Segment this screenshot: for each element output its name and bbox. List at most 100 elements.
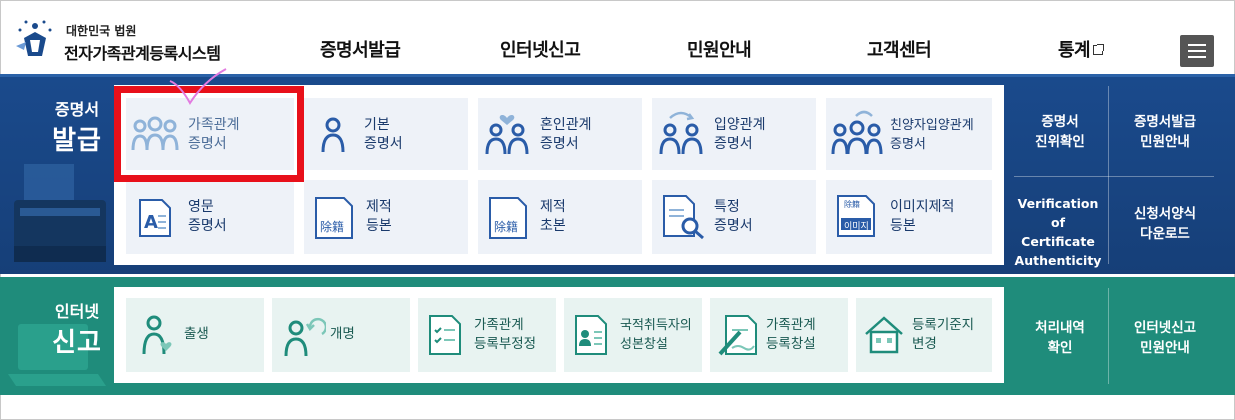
processing-history-link[interactable]: 처리내역 확인 [1016,318,1104,358]
report-label-small: 인터넷 [54,302,100,321]
tile-line1: 기본 [364,117,390,133]
link-line3: Authenticity [1014,253,1102,268]
printer-illustration-icon [14,164,106,262]
link-line1: 처리내역 [1035,320,1085,336]
tile-line1: 친양자입양관계 [890,118,974,133]
tile-line2: 증명서 [540,136,579,152]
tile-line2: 초본 [540,218,566,234]
tile-image-removed-register[interactable]: 除籍 이미지 이미지제적 등본 [826,180,992,254]
adoption-icon [659,111,703,155]
certificate-issue-guide-link[interactable]: 증명서발급 민원안내 [1112,112,1218,152]
tile-specific-certificate[interactable]: 특정 증명서 [652,180,816,254]
report-section-label: 인터넷 신고 [42,298,112,359]
badge-text: 除籍 [494,220,519,234]
link-line2: 확인 [1047,340,1073,356]
tile-line1: 국적취득자의 [620,318,692,333]
link-line2: 다운로드 [1140,226,1190,242]
link-line1: 증명서발급 [1133,114,1197,130]
tile-line2: 등본 [366,218,392,234]
hamburger-menu-button[interactable] [1180,35,1214,67]
person-icon [321,117,345,153]
tile-removed-register-extract[interactable]: 除籍 제적 초본 [478,180,642,254]
id-card-icon [575,315,607,355]
tile-domicile-change[interactable]: 등록기준지 변경 [856,298,992,372]
couple-heart-icon [485,114,529,155]
tile-birth-report[interactable]: 출생 [126,298,264,372]
tile-line1: 제적 [540,199,566,215]
link-line1: 인터넷신고 [1133,320,1197,336]
link-line1: 증명서 [1041,114,1079,130]
issue-label-small: 증명서 [54,100,100,119]
nav-customer-center[interactable]: 고객센터 [867,36,932,62]
tile-line1: 등록기준지 [912,317,975,333]
nav-statistics[interactable]: 통계 [1058,36,1105,62]
tile-line1: 가족관계 [474,317,524,333]
tile-removed-register-copy[interactable]: 除籍 제적 등본 [304,180,468,254]
nav-statistics-label: 통계 [1058,40,1091,61]
tile-line2: 성본창설 [620,337,668,352]
tile-naturalized-surname[interactable]: 국적취득자의 성본창설 [564,298,702,372]
internet-report-guide-link[interactable]: 인터넷신고 민원안내 [1112,318,1218,358]
issue-label-big: 발급 [52,126,102,156]
divider [1108,288,1109,384]
baby-heart-icon [142,315,172,355]
badge-text: 이미지 [844,222,869,232]
tile-full-adoption-certificate[interactable]: 친양자입양관계 증명서 [826,98,992,170]
org-name: 대한민국 법원 [66,24,137,38]
issue-section-label: 증명서 발급 [42,96,112,157]
tile-line2: 증명서 [714,136,753,152]
external-link-icon [1093,44,1105,55]
link-line2: Certificate [1021,234,1095,249]
menu-bar [1188,50,1206,52]
rename-person-icon [284,317,326,357]
system-name[interactable]: 전자가족관계등록시스템 [64,40,221,64]
link-line1: Verification of [1017,196,1099,230]
tile-marriage-certificate[interactable]: 혼인관계 증명서 [478,98,642,170]
link-line2: 민원안내 [1140,340,1190,356]
divider [1108,86,1109,264]
tile-line2: 증명서 [364,136,403,152]
certificate-verify-link[interactable]: 증명서 진위확인 [1016,112,1104,152]
house-icon [865,316,903,354]
court-logo-icon[interactable] [14,16,56,62]
tile-name-change-report[interactable]: 개명 [272,298,410,372]
tile-basic-certificate[interactable]: 기본 증명서 [304,98,468,170]
badge-text: 除籍 [320,220,345,234]
link-line2: 진위확인 [1035,134,1085,150]
tile-line1: 출생 [184,326,209,342]
link-line1: 신청서양식 [1133,206,1197,222]
divider [1014,176,1214,177]
badge-top-text: 除籍 [844,200,860,209]
link-line2: 민원안내 [1140,134,1190,150]
tile-english-certificate[interactable]: A 영문 증명서 [126,180,294,254]
tile-line1: 혼인관계 [540,117,592,133]
family-adoption-icon [831,110,883,155]
tile-line1: 이미지제적 [890,199,955,215]
checkmark-annotation-icon [169,68,227,105]
svg-text:A: A [144,212,158,233]
tile-line2: 등본 [890,218,916,234]
nav-civil-guide[interactable]: 민원안내 [687,36,752,62]
nav-certificate-issue[interactable]: 증명서발급 [320,36,401,62]
form-download-link[interactable]: 신청서양식 다운로드 [1112,204,1218,244]
tile-line2: 증명서 [188,218,227,234]
tile-line1: 개명 [330,326,355,342]
menu-bar [1188,44,1206,46]
tile-register-correction[interactable]: 가족관계 등록부정정 [418,298,556,372]
english-document-icon: A [139,199,171,237]
checklist-document-icon [429,315,461,355]
tile-line1: 특정 [714,199,740,215]
report-label-big: 신고 [52,328,102,358]
tile-line1: 입양관계 [714,117,766,133]
tile-line2: 등록창설 [766,336,816,352]
pen-document-icon [718,315,757,356]
tile-register-creation[interactable]: 가족관계 등록창설 [710,298,848,372]
verification-english-link[interactable]: Verification of Certificate Authenticity [1010,194,1106,270]
site-header: 대한민국 법원 전자가족관계등록시스템 증명서발급 인터넷신고 민원안내 고객센… [0,0,1235,74]
nav-internet-report[interactable]: 인터넷신고 [500,36,581,62]
menu-bar [1188,56,1206,58]
tile-line1: 가족관계 [766,317,816,333]
tile-line2: 변경 [912,336,937,352]
tile-line2: 등록부정정 [474,336,537,352]
tile-adoption-certificate[interactable]: 입양관계 증명서 [652,98,816,170]
